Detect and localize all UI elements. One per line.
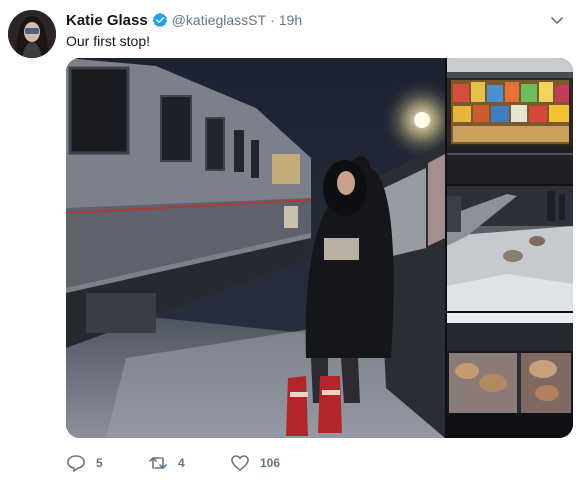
timestamp[interactable]: 19h bbox=[279, 12, 302, 28]
reply-icon bbox=[67, 455, 85, 472]
like-count: 106 bbox=[260, 456, 281, 470]
photo-snowy-platform[interactable] bbox=[447, 186, 573, 311]
verified-badge-icon bbox=[152, 12, 168, 28]
heart-icon bbox=[231, 455, 249, 471]
retweet-button[interactable]: 4 bbox=[148, 453, 230, 473]
photo-train-platform[interactable] bbox=[66, 58, 445, 438]
retweet-count: 4 bbox=[178, 456, 185, 470]
chevron-down-icon[interactable] bbox=[549, 12, 565, 28]
reply-button[interactable]: 5 bbox=[66, 453, 148, 473]
photo-snack-kiosk[interactable] bbox=[447, 58, 573, 184]
handle[interactable]: @katieglassST bbox=[172, 12, 266, 28]
like-button[interactable]: 106 bbox=[230, 453, 320, 473]
tweet-header: Katie Glass @katieglassST · 19h bbox=[66, 10, 302, 30]
display-name[interactable]: Katie Glass bbox=[66, 12, 148, 29]
avatar-image bbox=[8, 10, 56, 58]
avatar[interactable] bbox=[8, 10, 56, 58]
photo-food-stall[interactable] bbox=[447, 313, 573, 438]
media-grid bbox=[66, 58, 573, 438]
retweet-icon bbox=[149, 457, 167, 469]
separator-dot: · bbox=[270, 12, 275, 28]
tweet-text: Our first stop! bbox=[66, 33, 151, 49]
reply-count: 5 bbox=[96, 456, 103, 470]
tweet-actions: 5 4 106 bbox=[66, 450, 320, 476]
